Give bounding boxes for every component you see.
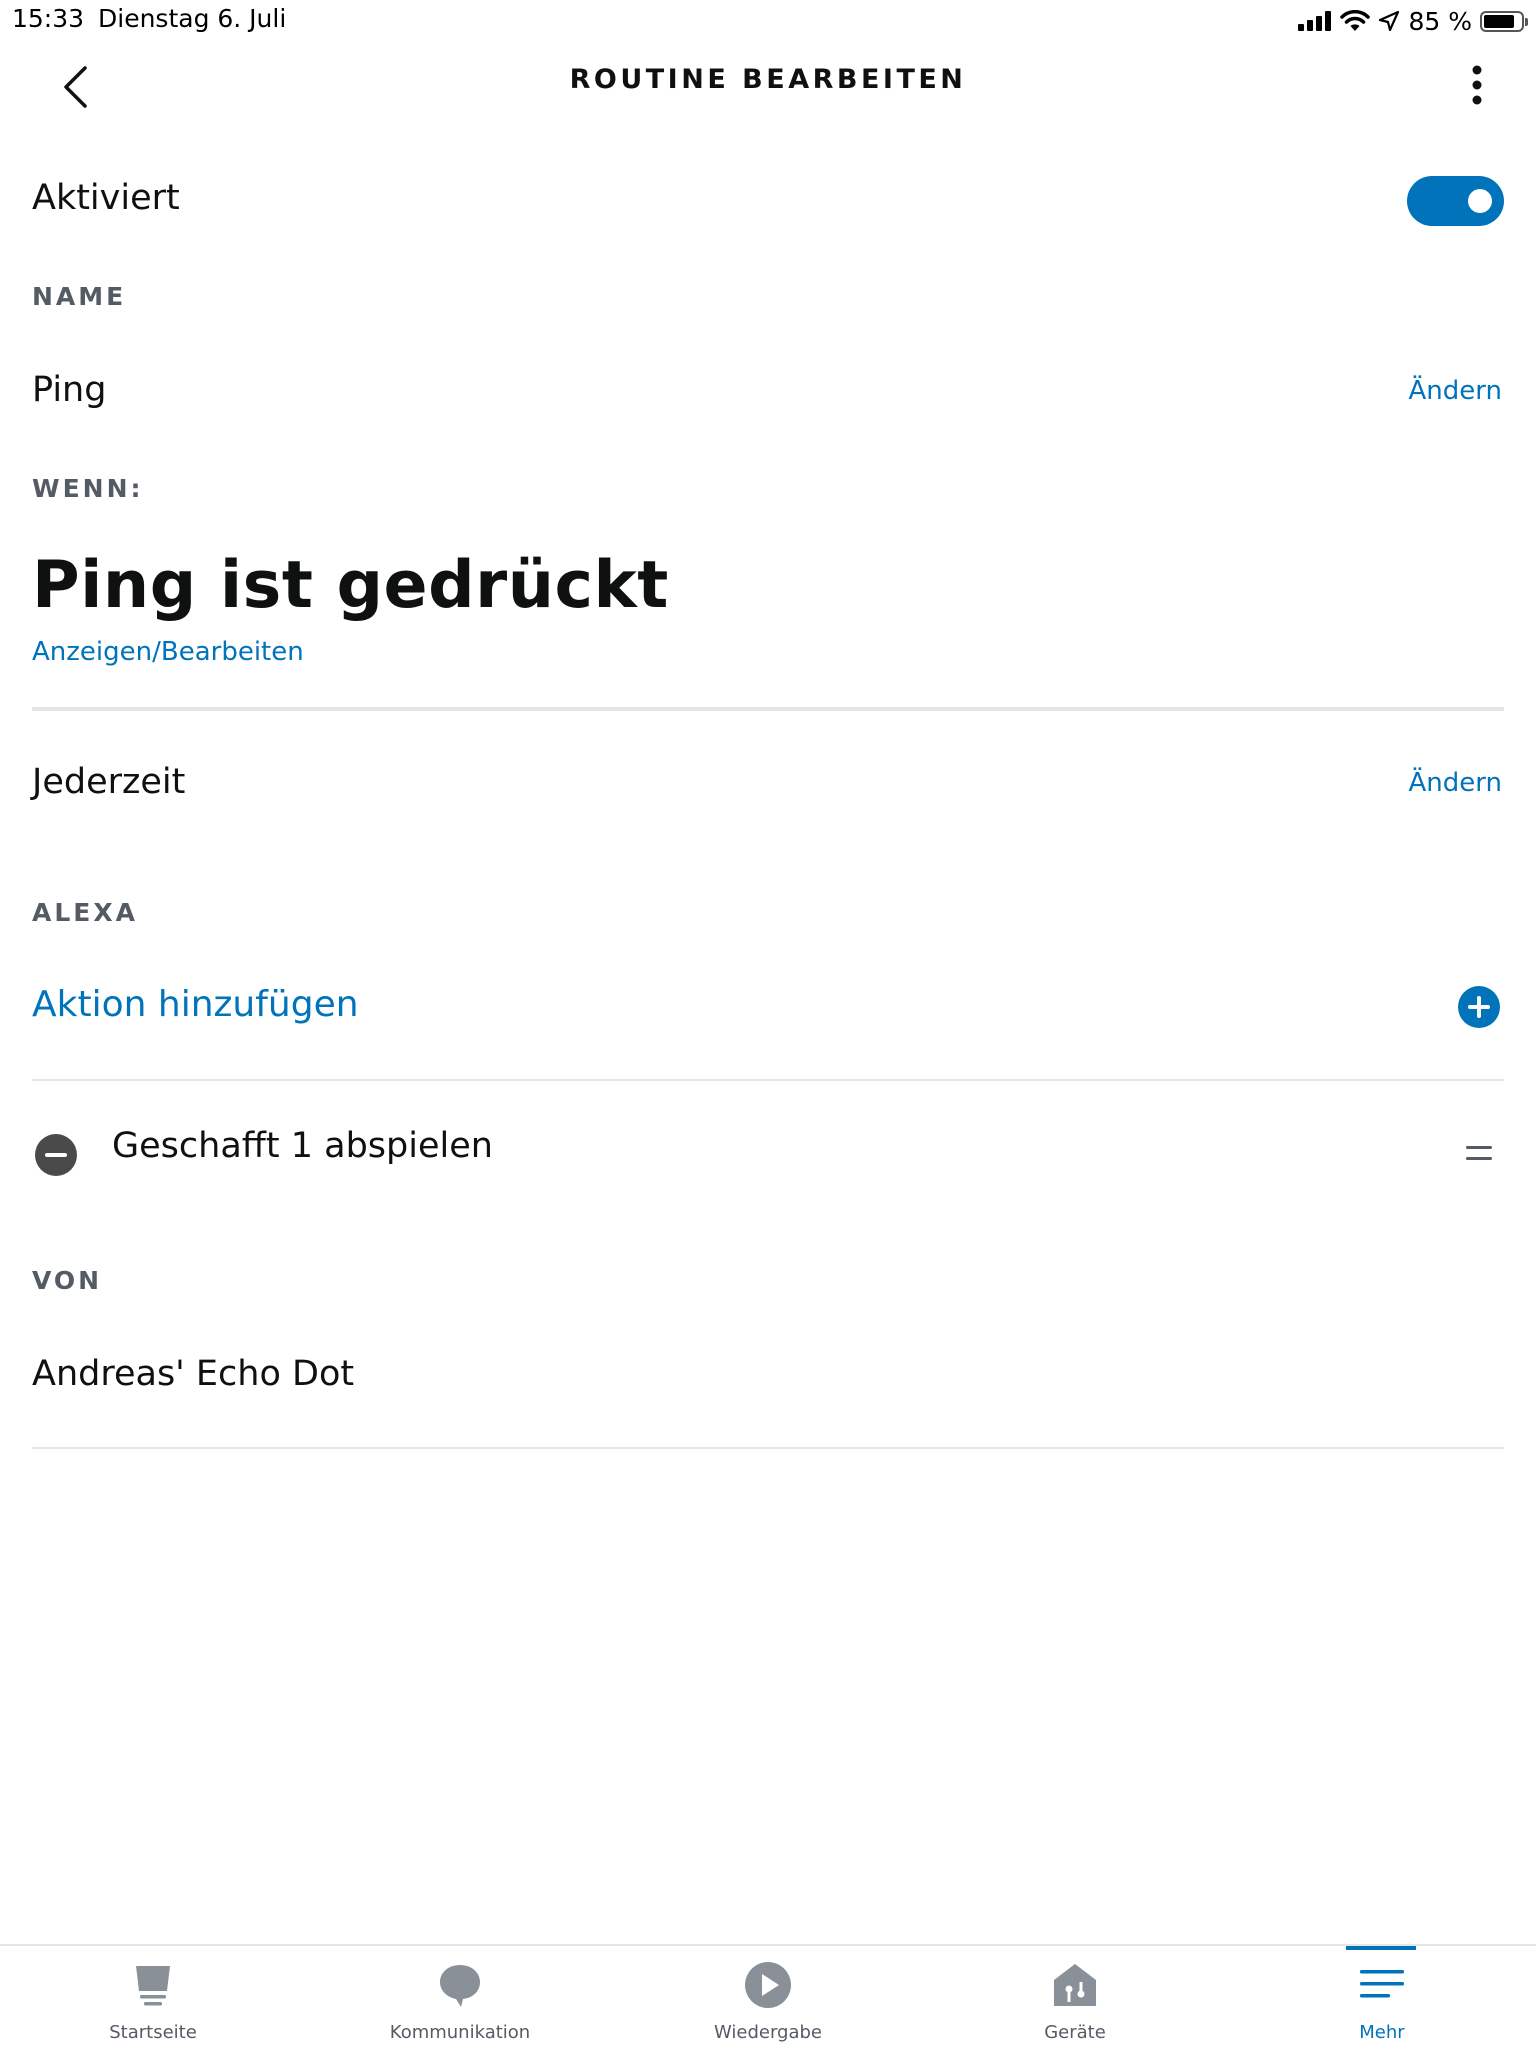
divider <box>32 1447 1504 1449</box>
view-edit-trigger-link[interactable]: Anzeigen/Bearbeiten <box>32 637 304 667</box>
tab-label: Kommunikation <box>389 2022 531 2043</box>
enabled-label: Aktiviert <box>32 178 180 218</box>
tab-label: Geräte <box>1044 2022 1106 2043</box>
status-date: Dienstag 6. Juli <box>98 4 287 33</box>
trigger-title: Ping ist gedrückt <box>32 548 669 623</box>
bottom-tab-bar: Startseite Kommunikation Wiedergabe Gerä… <box>0 1944 1536 2048</box>
tab-wiedergabe[interactable]: Wiedergabe <box>678 1946 858 2050</box>
alexa-section-label: ALEXA <box>32 898 138 927</box>
add-action-link[interactable]: Aktion hinzufügen <box>32 984 359 1025</box>
tab-label: Mehr <box>1359 2022 1405 2043</box>
battery-percent: 85 % <box>1408 6 1472 36</box>
add-action-plus-icon[interactable] <box>1458 986 1500 1028</box>
toggle-knob <box>1468 189 1492 213</box>
cellular-signal-icon <box>1298 11 1332 31</box>
chat-bubble-icon <box>440 1965 480 2007</box>
status-time: 15:33 <box>12 4 85 33</box>
enabled-toggle[interactable] <box>1407 176 1504 226</box>
tab-label: Wiedergabe <box>713 2022 823 2043</box>
tab-label: Startseite <box>109 2022 197 2043</box>
battery-icon <box>1480 10 1528 32</box>
menu-lines-icon <box>1360 1970 1404 1998</box>
routine-name: Ping <box>32 370 107 410</box>
status-indicators: 85 % <box>1298 4 1528 38</box>
home-echo-icon <box>136 1966 170 2006</box>
tab-kommunikation[interactable]: Kommunikation <box>370 1946 550 2050</box>
divider <box>32 1079 1504 1081</box>
tab-startseite[interactable]: Startseite <box>63 1946 243 2050</box>
change-name-link[interactable]: Ändern <box>1409 376 1502 406</box>
location-arrow-icon <box>1379 10 1400 32</box>
name-section-label: NAME <box>32 282 127 311</box>
when-section-label: WENN: <box>32 474 144 503</box>
page-title: ROUTINE BEARBEITEN <box>569 64 967 95</box>
more-options-button[interactable] <box>1452 56 1502 116</box>
schedule-value: Jederzeit <box>32 762 186 802</box>
tab-geraete[interactable]: Geräte <box>985 1946 1165 2050</box>
drag-handle-icon[interactable] <box>1466 1144 1492 1164</box>
divider <box>32 707 1504 711</box>
device-name[interactable]: Andreas' Echo Dot <box>32 1354 354 1394</box>
remove-action-icon[interactable] <box>35 1134 77 1176</box>
play-circle-icon <box>745 1962 791 2008</box>
devices-house-icon <box>1054 1964 1096 2006</box>
change-schedule-link[interactable]: Ändern <box>1409 768 1502 798</box>
wifi-icon <box>1340 10 1371 31</box>
tab-mehr[interactable]: Mehr <box>1292 1946 1472 2050</box>
from-section-label: VON <box>32 1266 103 1295</box>
action-item-label[interactable]: Geschafft 1 abspielen <box>112 1126 493 1166</box>
more-vertical-icon <box>1472 65 1482 105</box>
